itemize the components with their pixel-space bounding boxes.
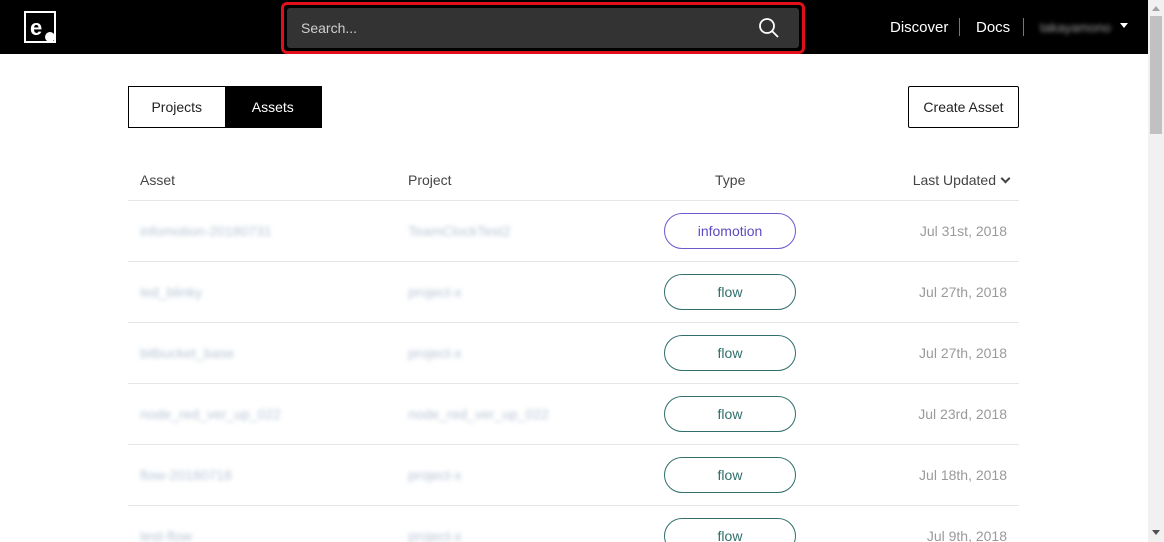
chevron-down-icon[interactable]	[1000, 173, 1011, 183]
last-updated-date: Jul 18th, 2018	[919, 467, 1007, 483]
asset-name[interactable]: led_blinky	[140, 284, 202, 300]
last-updated-date: Jul 31st, 2018	[919, 223, 1007, 239]
asset-name[interactable]: test-flow	[140, 528, 192, 542]
nav-docs-link[interactable]: Docs	[976, 0, 1010, 54]
nav-separator	[1023, 18, 1024, 36]
search-bar[interactable]	[287, 8, 799, 48]
table-row[interactable]: led_blinky project-x flow Jul 27th, 2018	[128, 262, 1019, 323]
asset-name[interactable]: infomotion-20180731	[140, 223, 272, 239]
type-badge: flow	[664, 274, 796, 310]
column-header-last-updated[interactable]: Last Updated	[912, 172, 1011, 188]
column-header-project[interactable]: Project	[408, 172, 452, 188]
vertical-scrollbar[interactable]	[1148, 0, 1164, 542]
last-updated-date: Jul 23rd, 2018	[918, 406, 1007, 422]
column-header-asset[interactable]: Asset	[140, 172, 175, 188]
nav-discover-link[interactable]: Discover	[890, 0, 948, 54]
table-row[interactable]: test-flow project-x flow Jul 9th, 2018	[128, 506, 1019, 542]
last-updated-date: Jul 27th, 2018	[919, 345, 1007, 361]
asset-name[interactable]: flow-20180718	[140, 467, 232, 483]
scroll-down-arrow-icon[interactable]	[1152, 530, 1160, 535]
table-row[interactable]: flow-20180718 project-x flow Jul 18th, 2…	[128, 445, 1019, 506]
view-tabs: Projects Assets	[128, 86, 322, 128]
project-name[interactable]: project-x	[408, 528, 462, 542]
app-logo-icon[interactable]: e	[24, 11, 56, 43]
type-badge: flow	[664, 457, 796, 493]
tab-assets[interactable]: Assets	[224, 87, 321, 127]
project-name[interactable]: project-x	[408, 467, 462, 483]
table-row[interactable]: infomotion-20180731 TeamClockTest2 infom…	[128, 201, 1019, 262]
last-updated-date: Jul 27th, 2018	[919, 284, 1007, 300]
asset-name[interactable]: node_red_ver_up_022	[140, 406, 281, 422]
create-asset-button[interactable]: Create Asset	[908, 86, 1019, 128]
svg-text:e: e	[30, 15, 42, 40]
top-navigation-bar: e Discover Docs takayamono	[0, 0, 1148, 54]
type-badge: infomotion	[664, 213, 796, 249]
type-badge: flow	[664, 335, 796, 371]
column-header-type[interactable]: Type	[715, 172, 745, 188]
table-row[interactable]: node_red_ver_up_022 node_red_ver_up_022 …	[128, 384, 1019, 445]
caret-down-icon[interactable]	[1120, 23, 1128, 28]
scroll-thumb[interactable]	[1150, 16, 1162, 134]
project-name[interactable]: project-x	[408, 345, 462, 361]
tab-projects[interactable]: Projects	[129, 87, 225, 127]
user-menu-name[interactable]: takayamono	[1040, 0, 1111, 54]
project-name[interactable]: node_red_ver_up_022	[408, 406, 549, 422]
table-row[interactable]: bitbucket_base project-x flow Jul 27th, …	[128, 323, 1019, 384]
project-name[interactable]: project-x	[408, 284, 462, 300]
project-name[interactable]: TeamClockTest2	[408, 223, 511, 239]
type-badge: flow	[664, 518, 796, 542]
column-header-last-updated-label: Last Updated	[912, 172, 996, 188]
nav-separator	[959, 18, 960, 36]
search-icon[interactable]	[757, 16, 781, 40]
scroll-up-arrow-icon[interactable]	[1152, 6, 1160, 11]
type-badge: flow	[664, 396, 796, 432]
last-updated-date: Jul 9th, 2018	[926, 528, 1007, 542]
search-input[interactable]	[287, 8, 747, 48]
table-header: Asset Project Type Last Updated	[128, 160, 1019, 201]
asset-name[interactable]: bitbucket_base	[140, 345, 234, 361]
